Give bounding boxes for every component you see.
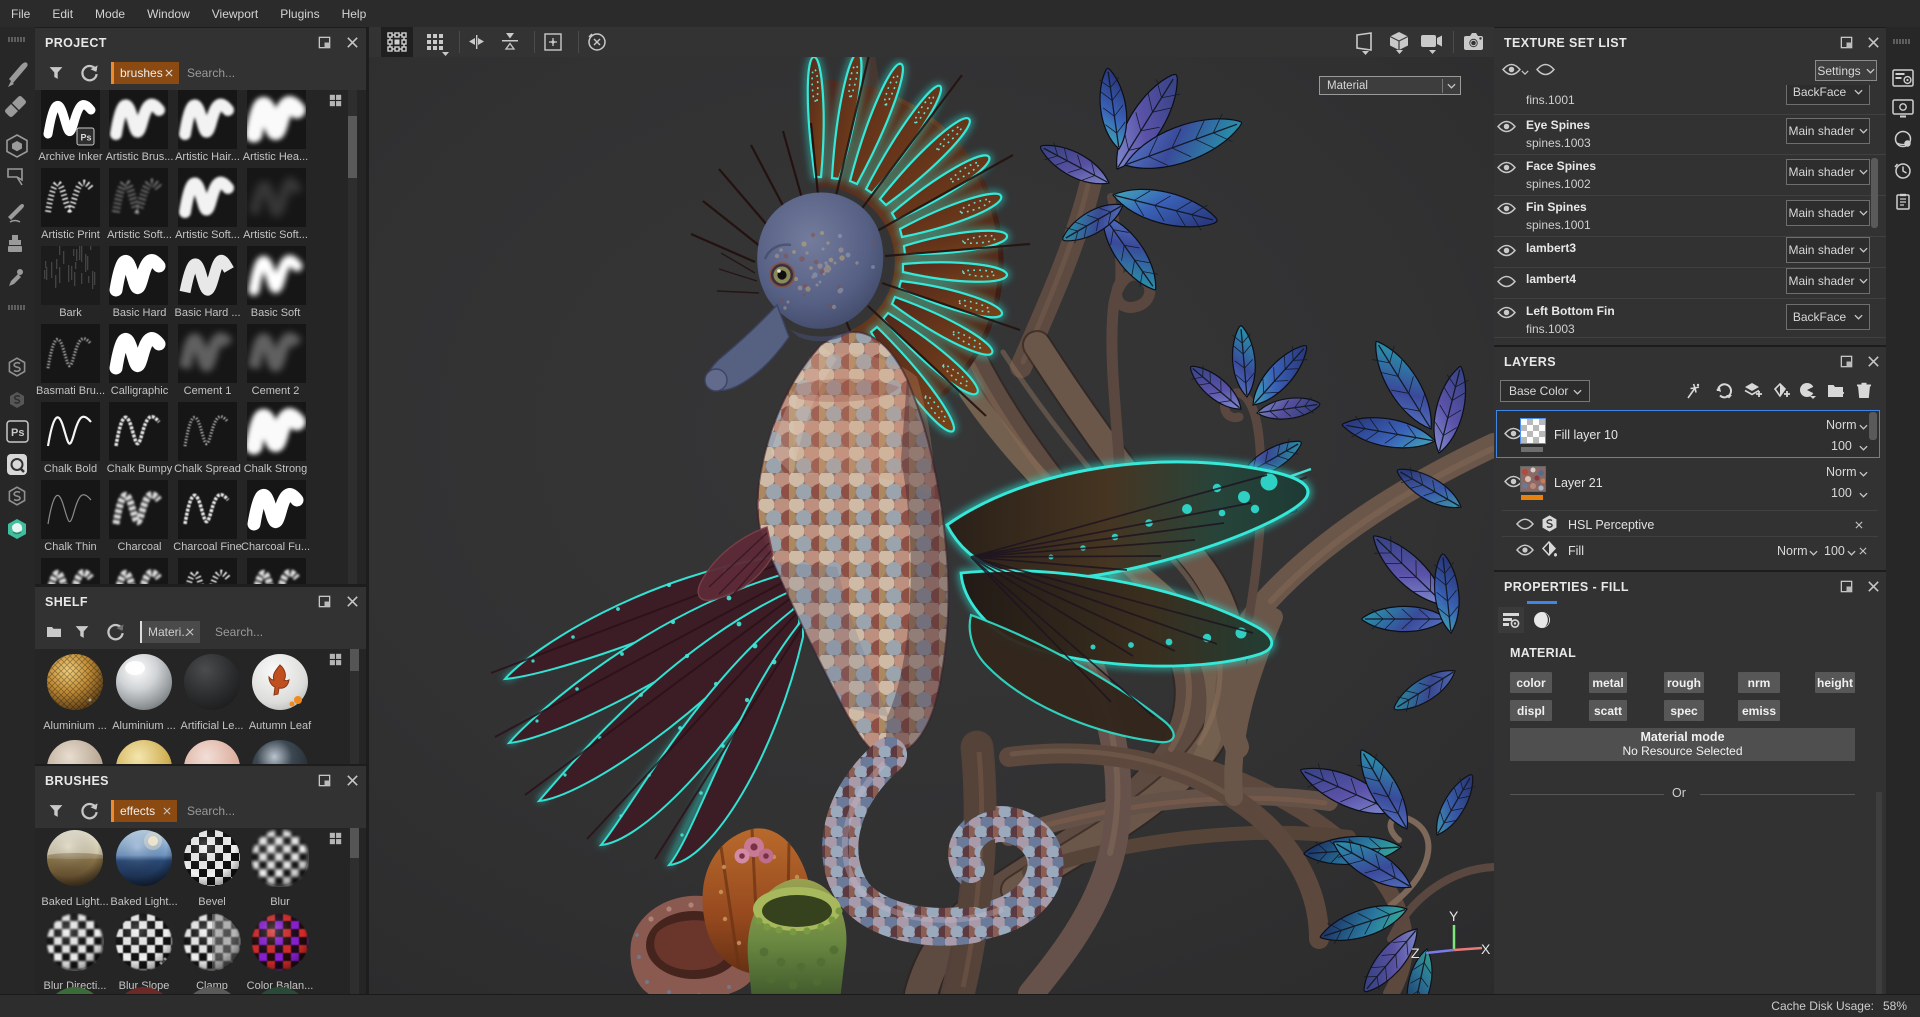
svg-text:X: X (1481, 941, 1491, 957)
svg-text:Y: Y (1449, 908, 1459, 924)
svg-text:Ps: Ps (11, 427, 24, 439)
svg-text:Ps: Ps (81, 133, 92, 143)
svg-text:Z: Z (1411, 945, 1420, 961)
